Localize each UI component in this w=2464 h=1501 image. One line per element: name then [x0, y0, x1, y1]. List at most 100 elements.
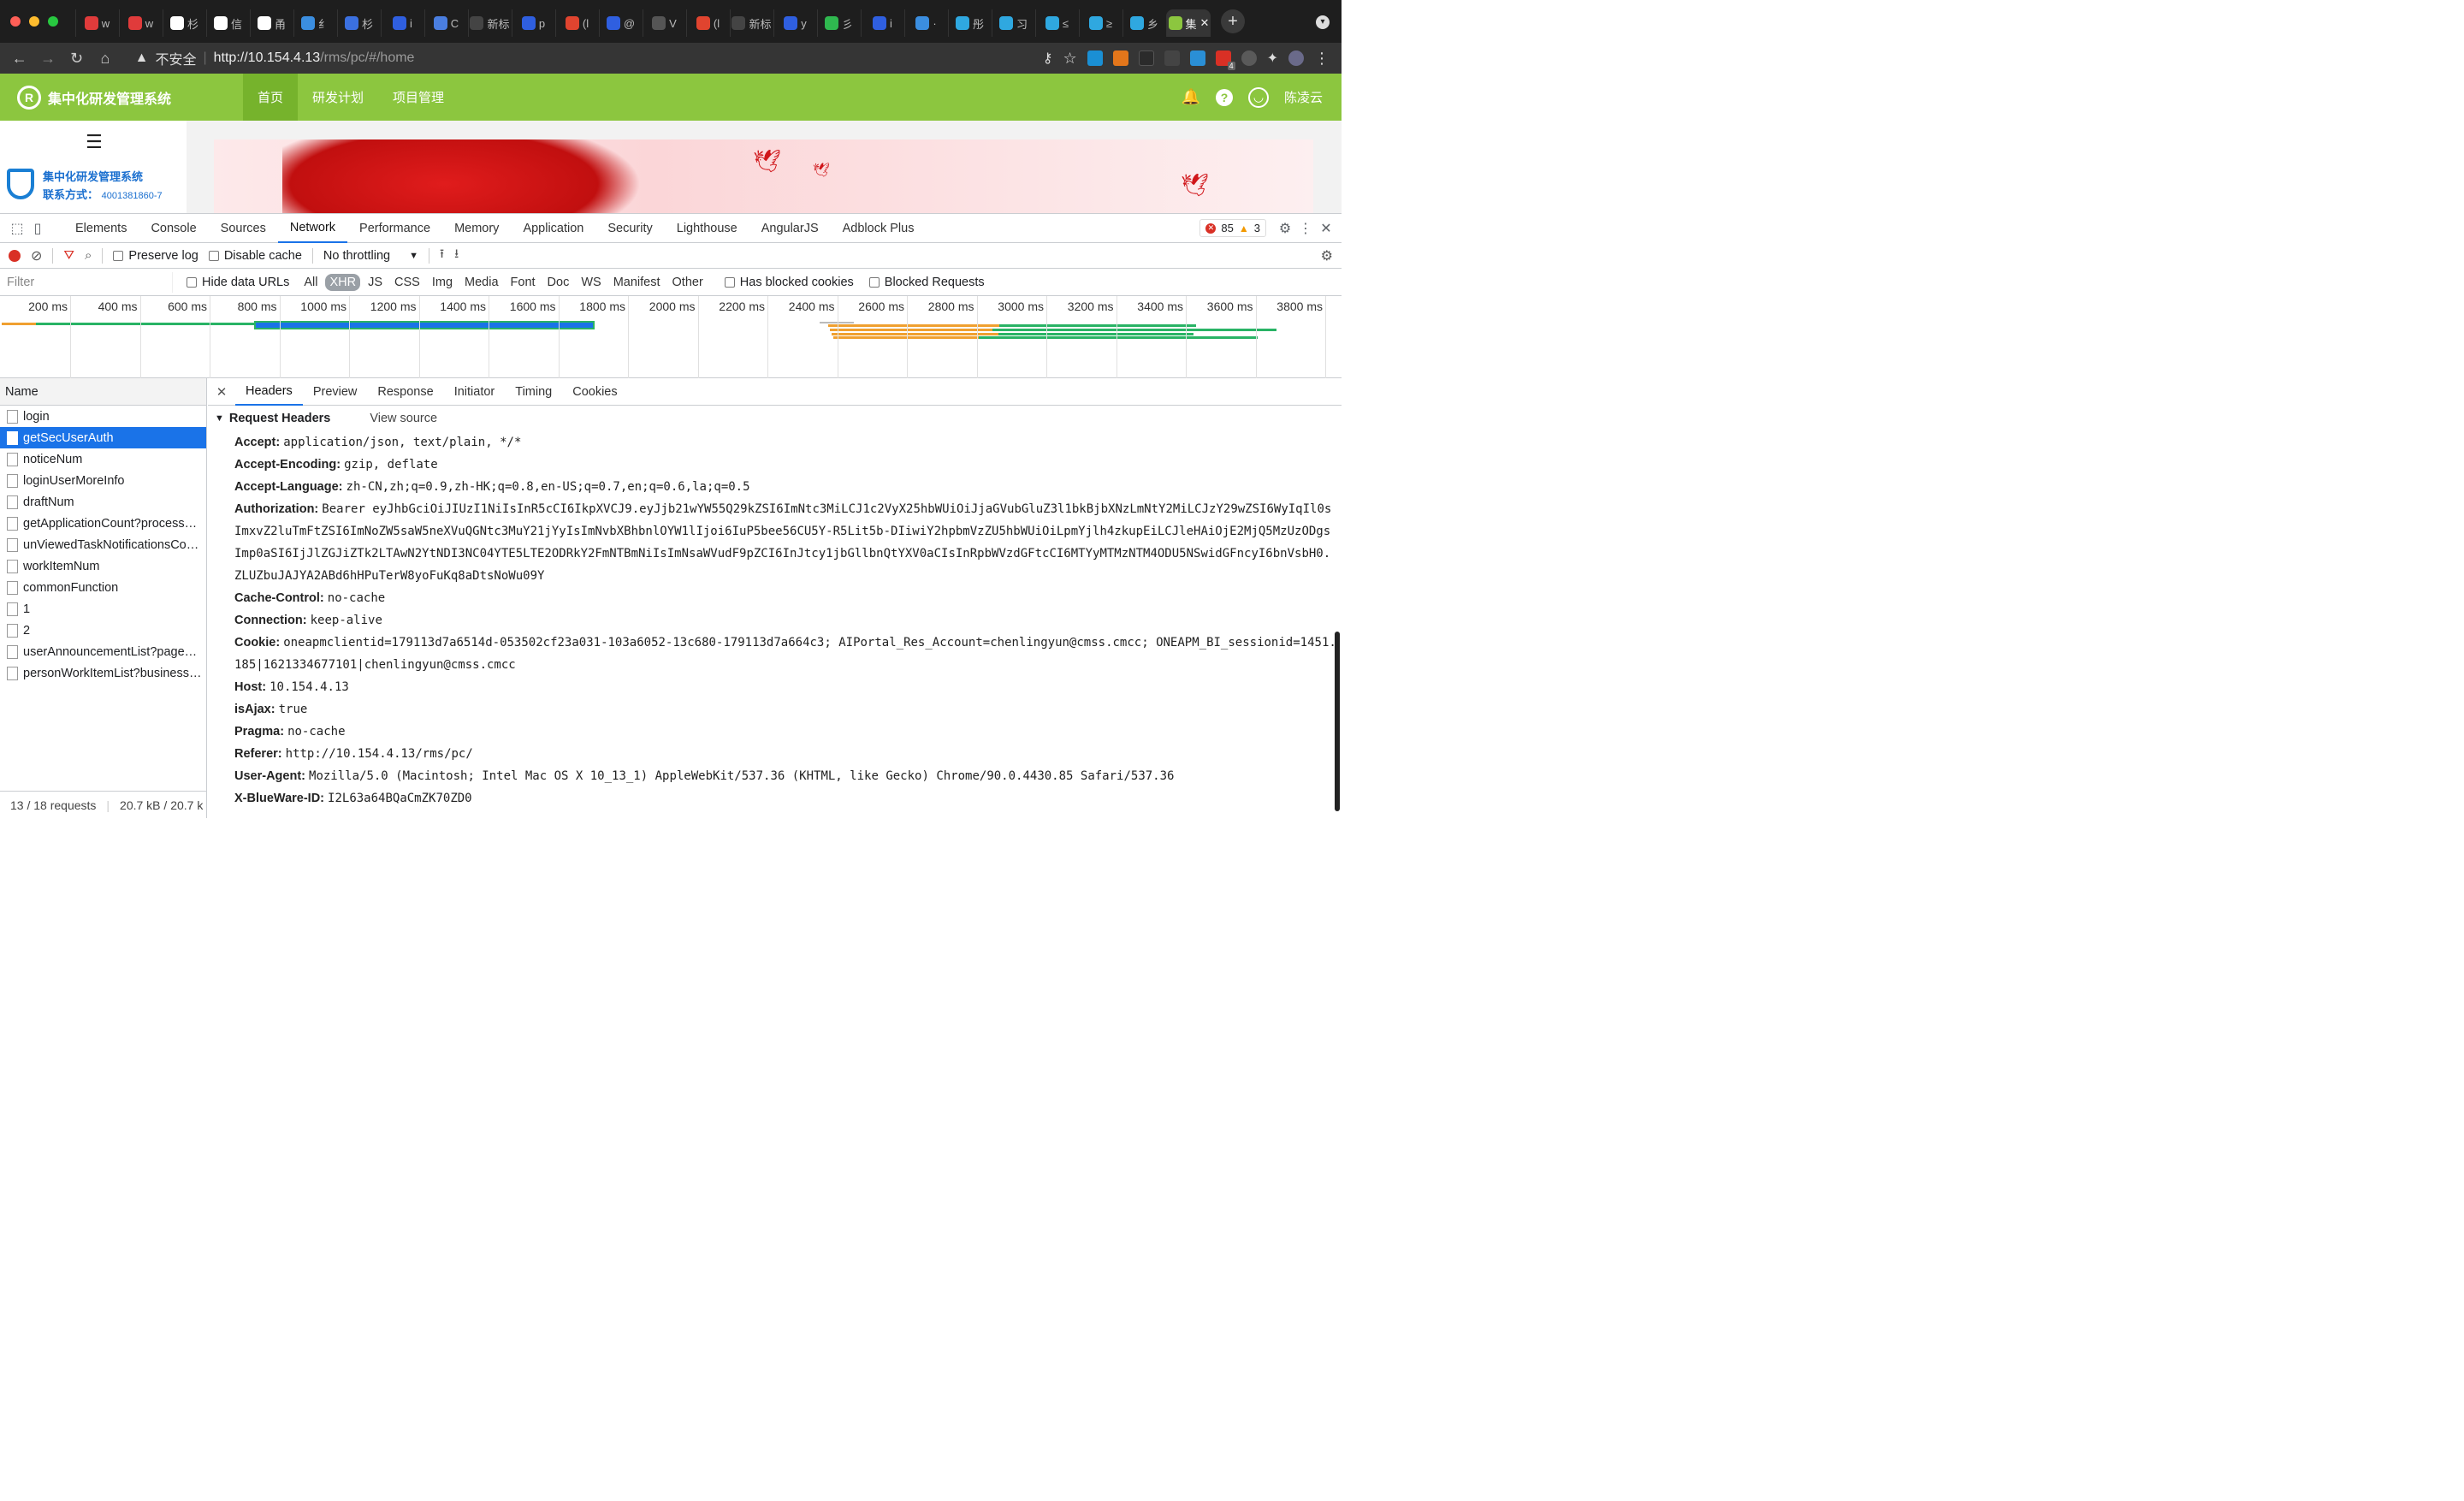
network-overview-timeline[interactable]: 200 ms 400 ms 600 ms 800 ms 1000 ms 1200 ms 14…	[0, 296, 1342, 378]
filter-type-img[interactable]: Img	[428, 274, 457, 291]
request-row[interactable]: unViewedTaskNotificationsCo…	[0, 534, 206, 555]
settings-gear-icon[interactable]: ⚙	[1275, 218, 1295, 239]
request-row[interactable]: getSecUserAuth	[0, 427, 206, 448]
checkbox-box[interactable]	[208, 250, 219, 261]
filter-funnel-icon[interactable]: ⛛	[63, 248, 74, 263]
detail-tab-headers[interactable]: Headers	[235, 378, 303, 406]
filter-type-manifest[interactable]: Manifest	[609, 274, 665, 291]
filter-type-css[interactable]: CSS	[390, 274, 424, 291]
puzzle-icon[interactable]: ✦	[1267, 50, 1278, 67]
browser-tab[interactable]: 杉	[163, 9, 205, 37]
browser-tab[interactable]: V	[643, 9, 685, 37]
close-devtools-icon[interactable]: ✕	[1316, 218, 1336, 239]
devtools-tab-angularjs[interactable]: AngularJS	[749, 214, 831, 243]
request-row[interactable]: workItemNum	[0, 555, 206, 577]
checkbox-box[interactable]	[113, 250, 124, 261]
address-bar[interactable]: ▲ 不安全 | http://10.154.4.13/rms/pc/#/home	[135, 45, 1043, 71]
filter-type-js[interactable]: JS	[364, 274, 387, 291]
detail-tab-initiator[interactable]: Initiator	[444, 378, 506, 406]
browser-tab[interactable]: y	[773, 9, 816, 37]
forward-icon[interactable]: →	[33, 45, 62, 71]
devtools-tab-performance[interactable]: Performance	[347, 214, 442, 243]
bookmark-star-icon[interactable]: ☆	[1063, 50, 1076, 68]
home-icon[interactable]: ⌂	[91, 45, 119, 71]
close-detail-icon[interactable]: ✕	[208, 384, 235, 400]
browser-tab[interactable]: ·	[904, 9, 947, 37]
help-icon[interactable]: ?	[1215, 88, 1233, 106]
browser-tab[interactable]: @	[599, 9, 642, 37]
browser-tab[interactable]: p	[512, 9, 554, 37]
browser-tab[interactable]: w	[75, 9, 118, 37]
more-options-icon[interactable]: ⋮	[1295, 218, 1316, 239]
has-blocked-cookies-checkbox[interactable]: Has blocked cookies	[724, 276, 854, 289]
browser-tab[interactable]: ≤	[1035, 9, 1078, 37]
close-window-button[interactable]	[10, 16, 21, 27]
browser-tab[interactable]: 彤	[948, 9, 991, 37]
filter-type-xhr[interactable]: XHR	[325, 273, 361, 291]
search-icon[interactable]: ⌕	[85, 248, 92, 263]
record-button[interactable]	[9, 249, 21, 262]
extension-orange-icon[interactable]	[1112, 50, 1128, 66]
request-row[interactable]: login	[0, 406, 206, 427]
browser-tab[interactable]: 甬	[250, 9, 293, 37]
detail-tab-timing[interactable]: Timing	[505, 378, 562, 406]
browser-tab[interactable]: w	[119, 9, 162, 37]
devtools-tab-lighthouse[interactable]: Lighthouse	[665, 214, 749, 243]
app-logo[interactable]: R 集中化研发管理系统	[17, 85, 243, 110]
request-row[interactable]: 2	[0, 620, 206, 641]
devtools-tab-application[interactable]: Application	[511, 214, 595, 243]
bell-icon[interactable]: 🔔	[1182, 88, 1200, 106]
new-tab-button[interactable]: +	[1221, 9, 1245, 33]
devtools-tab-security[interactable]: Security	[595, 214, 664, 243]
export-har-icon[interactable]: ⭳	[454, 245, 459, 266]
filter-type-other[interactable]: Other	[668, 274, 708, 291]
nav-item[interactable]: 研发计划	[298, 74, 378, 121]
reload-icon[interactable]: ↻	[62, 45, 91, 71]
import-har-icon[interactable]: ⭱	[440, 245, 444, 266]
detail-tab-cookies[interactable]: Cookies	[562, 378, 627, 406]
devtools-tab-elements[interactable]: Elements	[63, 214, 139, 243]
profile-avatar-icon[interactable]	[1288, 50, 1304, 66]
key-icon[interactable]: ⚷	[1043, 50, 1053, 67]
preserve-log-checkbox[interactable]: Preserve log	[113, 249, 198, 263]
browser-tab[interactable]: 信	[206, 9, 249, 37]
browser-menu-icon[interactable]: ⋮	[1314, 50, 1330, 68]
tab-search-icon[interactable]: ▾	[1316, 15, 1330, 29]
network-settings-gear-icon[interactable]: ⚙	[1321, 247, 1333, 264]
browser-tab[interactable]: 新标	[468, 9, 511, 37]
request-row[interactable]: commonFunction	[0, 577, 206, 598]
user-name[interactable]: 陈凌云	[1284, 88, 1323, 106]
request-row[interactable]: getApplicationCount?process…	[0, 513, 206, 534]
user-avatar-icon[interactable]: ◡	[1247, 86, 1269, 108]
browser-tab[interactable]: 集 ✕	[1166, 9, 1211, 37]
request-row[interactable]: draftNum	[0, 491, 206, 513]
disable-cache-checkbox[interactable]: Disable cache	[208, 249, 302, 263]
browser-tab[interactable]: 彡	[817, 9, 860, 37]
devtools-tab-memory[interactable]: Memory	[442, 214, 511, 243]
shield-extension-icon[interactable]	[1241, 50, 1257, 66]
filter-type-ws[interactable]: WS	[577, 274, 605, 291]
browser-tab[interactable]: i	[861, 9, 903, 37]
throttling-select[interactable]: No throttling ▼	[323, 249, 418, 263]
browser-tab[interactable]: 纟	[293, 9, 336, 37]
detail-tab-response[interactable]: Response	[367, 378, 443, 406]
request-row[interactable]: loginUserMoreInfo	[0, 470, 206, 491]
minimize-window-button[interactable]	[29, 16, 39, 27]
filter-input[interactable]: Filter	[2, 271, 173, 293]
close-tab-icon[interactable]: ✕	[1200, 16, 1210, 30]
devtools-tab-console[interactable]: Console	[139, 214, 208, 243]
browser-tab[interactable]: 杉	[337, 9, 380, 37]
browser-tab[interactable]: (l	[686, 9, 729, 37]
maximize-window-button[interactable]	[48, 16, 58, 27]
extension-s-icon[interactable]	[1087, 50, 1103, 66]
request-row[interactable]: 1	[0, 598, 206, 620]
checkbox-box[interactable]	[187, 276, 197, 288]
device-toolbar-icon[interactable]: ▯	[27, 218, 48, 239]
extension-x-icon[interactable]	[1138, 50, 1154, 66]
extension-dark-icon[interactable]	[1164, 50, 1180, 66]
nav-item[interactable]: 项目管理	[378, 74, 459, 121]
back-icon[interactable]: ←	[5, 45, 33, 71]
extension-red-icon[interactable]: 4	[1215, 50, 1235, 70]
detail-tab-preview[interactable]: Preview	[303, 378, 368, 406]
name-column-header[interactable]: Name	[0, 378, 206, 406]
